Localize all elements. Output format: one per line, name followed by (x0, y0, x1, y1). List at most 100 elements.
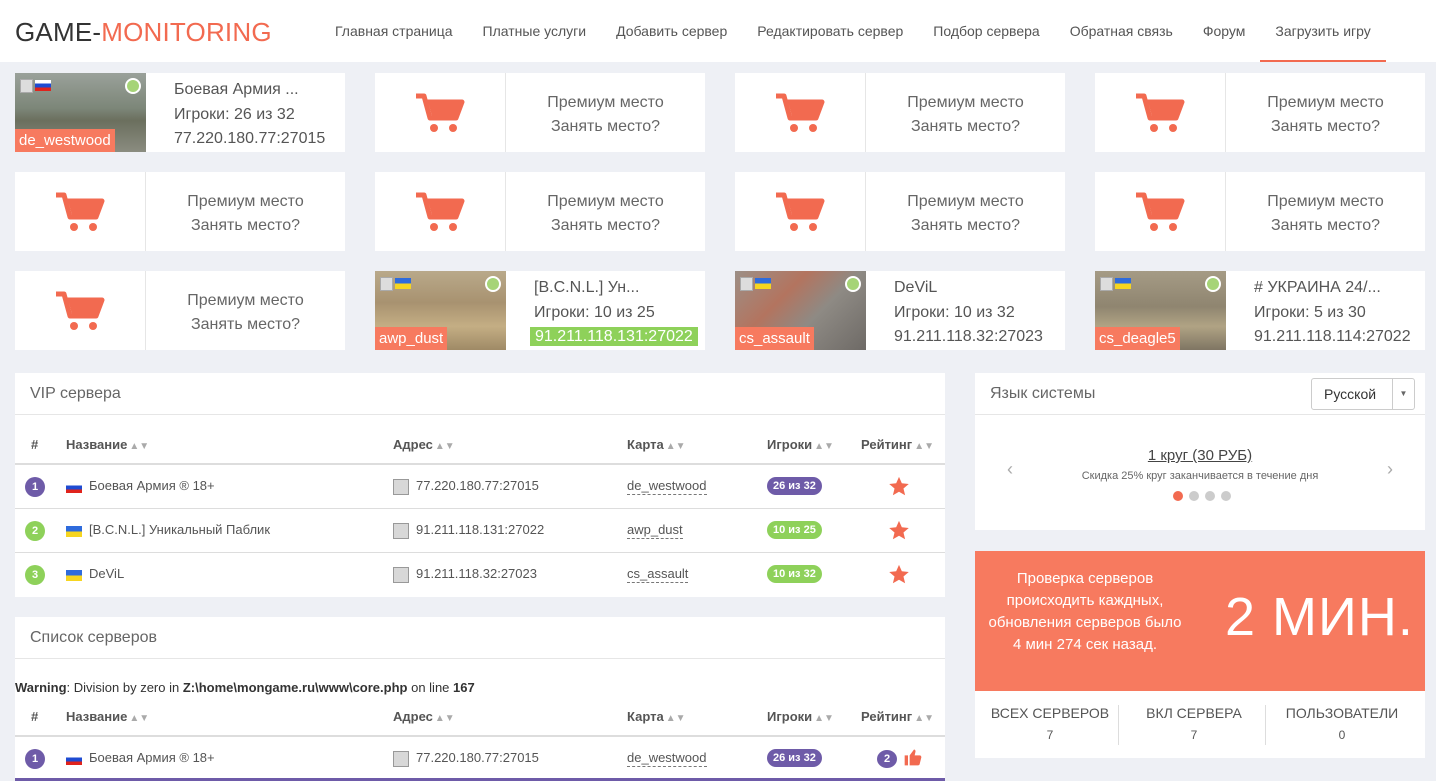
premium-title: Премиум место (907, 94, 1024, 111)
premium-take-slot[interactable]: Занять место? (146, 313, 345, 337)
server-name: DeViL (894, 279, 938, 296)
col-rating[interactable]: Рейтинг ▲▼ (861, 437, 934, 452)
cart-icon-box (15, 271, 146, 350)
premium-slot[interactable]: Премиум место Занять место? (375, 73, 705, 152)
cart-icon-box (1095, 73, 1226, 152)
language-panel: Язык системы Русской ▼ ‹ › 1 круг (30 РУ… (975, 373, 1425, 530)
premium-take-slot[interactable]: Занять место? (1226, 214, 1425, 238)
col-addr[interactable]: Адрес ▲▼ (393, 437, 455, 452)
carousel-dot[interactable] (1205, 491, 1215, 501)
server-name[interactable]: Боевая Армия ® 18+ (89, 478, 215, 493)
premium-take-slot[interactable]: Занять место? (506, 115, 705, 139)
map-label: cs_assault (735, 327, 814, 350)
nav-edit-server[interactable]: Редактировать сервер (742, 0, 918, 62)
premium-slot[interactable]: Премиум место Занять место? (735, 73, 1065, 152)
star-icon (888, 564, 910, 588)
players-badge: 10 из 32 (767, 565, 822, 583)
server-players: Игроки: 5 из 30 (1254, 303, 1366, 321)
col-addr[interactable]: Адрес ▲▼ (393, 709, 455, 724)
col-addr-label: Адрес (393, 709, 433, 724)
premium-take-slot[interactable]: Занять место? (506, 214, 705, 238)
online-status-icon (125, 78, 141, 94)
warning-text: on line (407, 680, 454, 695)
server-map[interactable]: de_westwood (627, 750, 707, 767)
check-interval-value: 2 МИН. (1225, 587, 1414, 647)
nav-feedback[interactable]: Обратная связь (1055, 0, 1188, 62)
nav-add-server[interactable]: Добавить сервер (601, 0, 742, 62)
server-players: Игроки: 26 из 32 (174, 105, 295, 123)
carousel-dot[interactable] (1221, 491, 1231, 501)
check-interval-box: Проверка серверов происходить каждных, о… (975, 551, 1425, 691)
table-row[interactable]: 2 [B.C.N.L.] Уникальный Паблик 91.211.11… (15, 509, 945, 553)
sort-icon: ▲▼ (665, 713, 686, 724)
col-map[interactable]: Карта ▲▼ (627, 437, 686, 452)
server-address: 77.220.180.77:27015 (416, 478, 539, 493)
server-ip: 91.211.118.32:27023 (894, 328, 1043, 345)
nav-server-search[interactable]: Подбор сервера (918, 0, 1054, 62)
col-name[interactable]: Название ▲▼ (66, 437, 149, 452)
cart-icon-box (375, 172, 506, 251)
server-name[interactable]: DeViL (89, 566, 124, 581)
top-header: GAME-MONITORING Главная страница Платные… (0, 0, 1436, 62)
server-tile[interactable]: cs_assault DeViL Игроки: 10 из 32 91.211… (735, 271, 1065, 350)
carousel-dot[interactable] (1173, 491, 1183, 501)
thumbs-up-icon[interactable] (903, 747, 923, 770)
php-warning: Warning: Division by zero in Z:\home\mon… (15, 680, 475, 695)
table-row[interactable]: 3 DeViL 91.211.118.32:27023 cs_assault 1… (15, 553, 945, 597)
server-name[interactable]: Боевая Армия ® 18+ (89, 750, 215, 765)
sort-icon: ▲▼ (129, 713, 150, 724)
server-map[interactable]: cs_assault (627, 566, 689, 583)
nav-forum[interactable]: Форум (1188, 0, 1261, 62)
flag-ua-icon (66, 526, 82, 537)
language-select[interactable]: Русской ▼ (1311, 378, 1415, 410)
map-label: de_westwood (15, 129, 115, 152)
cart-icon (416, 93, 465, 132)
flag-ua-icon (1115, 278, 1131, 289)
carousel-dot[interactable] (1189, 491, 1199, 501)
server-tile[interactable]: awp_dust [B.C.N.L.] Ун... Игроки: 10 из … (375, 271, 705, 350)
table-header: # Название ▲▼ Адрес ▲▼ Карта ▲▼ Игроки ▲▼ Ре… (15, 697, 945, 737)
premium-slot[interactable]: Премиум место Занять место? (1095, 172, 1425, 251)
server-map[interactable]: awp_dust (627, 522, 683, 539)
premium-slot[interactable]: Премиум место Занять место? (735, 172, 1065, 251)
promo-subtitle: Скидка 25% круг заканчивается в течение … (1081, 470, 1319, 482)
site-logo[interactable]: GAME-MONITORING (15, 17, 272, 48)
nav-paid-services[interactable]: Платные услуги (468, 0, 602, 62)
premium-take-slot[interactable]: Занять место? (1226, 115, 1425, 139)
flag-ru-icon (35, 80, 51, 91)
star-icon (888, 476, 910, 500)
server-tile[interactable]: cs_deagle5 # УКРАИНА 24/... Игроки: 5 из… (1095, 271, 1425, 350)
server-map[interactable]: de_westwood (627, 478, 707, 495)
cart-icon (776, 192, 825, 231)
stat-value: 7 (1046, 728, 1054, 742)
promo-link[interactable]: 1 круг (30 РУБ) (975, 447, 1425, 464)
server-address: 77.220.180.77:27015 (416, 750, 539, 765)
col-rating[interactable]: Рейтинг ▲▼ (861, 709, 934, 724)
cart-icon (776, 93, 825, 132)
col-name[interactable]: Название ▲▼ (66, 709, 149, 724)
col-map-label: Карта (627, 709, 664, 724)
premium-take-slot[interactable]: Занять место? (146, 214, 345, 238)
warning-label: Warning (15, 680, 67, 695)
premium-take-slot[interactable]: Занять место? (866, 115, 1065, 139)
cart-icon-box (1095, 172, 1226, 251)
premium-slot[interactable]: Премиум место Занять место? (15, 172, 345, 251)
col-map[interactable]: Карта ▲▼ (627, 709, 686, 724)
premium-take-slot[interactable]: Занять место? (866, 214, 1065, 238)
table-row[interactable]: 1 Боевая Армия ® 18+ 77.220.180.77:27015… (15, 465, 945, 509)
server-ip: 91.211.118.131:27022 (530, 327, 698, 346)
table-row[interactable]: 1 Боевая Армия ® 18+ 77.220.180.77:27015… (15, 737, 945, 781)
premium-slot[interactable]: Премиум место Занять место? (15, 271, 345, 350)
nav-download-game[interactable]: Загрузить игру (1260, 0, 1387, 62)
premium-slot[interactable]: Премиум место Занять место? (375, 172, 705, 251)
nav-home[interactable]: Главная страница (320, 0, 468, 62)
promo-link-label: 1 круг (30 РУБ) (1147, 447, 1253, 464)
server-tile[interactable]: de_westwood Боевая Армия ... Игроки: 26 … (15, 73, 345, 152)
game-icon (380, 277, 393, 291)
stat-label: ВКЛ СЕРВЕРА (1146, 705, 1242, 721)
col-players[interactable]: Игроки ▲▼ (767, 709, 834, 724)
col-players[interactable]: Игроки ▲▼ (767, 437, 834, 452)
server-name[interactable]: [B.C.N.L.] Уникальный Паблик (89, 522, 270, 537)
premium-slot[interactable]: Премиум место Занять место? (1095, 73, 1425, 152)
star-icon (888, 520, 910, 544)
